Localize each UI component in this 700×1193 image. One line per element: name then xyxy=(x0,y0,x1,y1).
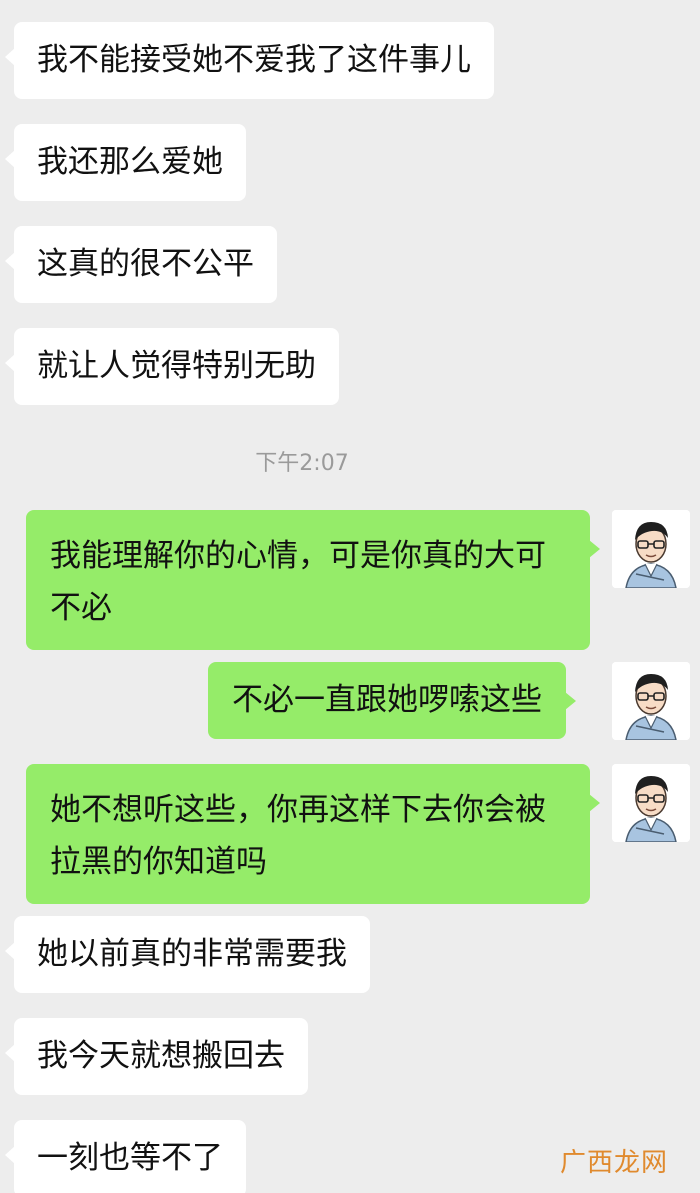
message-text: 一刻也等不了 xyxy=(37,1140,223,1176)
watermark-logo: 广西龙网 xyxy=(559,1148,668,1178)
incoming-message[interactable]: 我不能接受她不爱我了这件事儿 xyxy=(5,22,494,99)
incoming-message[interactable]: 这真的很不公平 xyxy=(5,226,277,303)
message-text: 不必一直跟她啰嗦这些 xyxy=(232,682,542,718)
message-text: 就让人觉得特别无助 xyxy=(37,348,316,384)
message-text: 我今天就想搬回去 xyxy=(37,1038,285,1074)
incoming-message[interactable]: 一刻也等不了 xyxy=(5,1120,246,1193)
incoming-message[interactable]: 我今天就想搬回去 xyxy=(5,1018,308,1095)
message-text: 这真的很不公平 xyxy=(37,246,254,282)
cartoon-man-with-glasses-avatar-icon xyxy=(612,510,690,588)
avatar[interactable] xyxy=(612,510,690,588)
outgoing-message[interactable]: 不必一直跟她啰嗦这些 xyxy=(208,662,576,739)
message-timestamp: 下午2:07 xyxy=(255,451,349,476)
avatar[interactable] xyxy=(612,662,690,740)
message-text-line: 我能理解你的心情，可是你真的大可 xyxy=(50,538,546,574)
message-text: 她以前真的非常需要我 xyxy=(37,936,347,972)
incoming-message[interactable]: 我还那么爱她 xyxy=(5,124,246,201)
incoming-message[interactable]: 她以前真的非常需要我 xyxy=(5,916,370,993)
message-text: 我还那么爱她 xyxy=(37,144,223,180)
message-text-line: 不必 xyxy=(50,590,112,626)
incoming-message[interactable]: 就让人觉得特别无助 xyxy=(5,328,339,405)
cartoon-man-with-glasses-avatar-icon xyxy=(612,662,690,740)
outgoing-message[interactable]: 我能理解你的心情，可是你真的大可 不必 xyxy=(26,510,600,650)
message-text: 我不能接受她不爱我了这件事儿 xyxy=(37,42,471,78)
cartoon-man-with-glasses-avatar-icon xyxy=(612,764,690,842)
avatar[interactable] xyxy=(612,764,690,842)
message-text-line: 拉黑的你知道吗 xyxy=(50,844,267,880)
outgoing-message[interactable]: 她不想听这些，你再这样下去你会被 拉黑的你知道吗 xyxy=(26,764,600,904)
message-text-line: 她不想听这些，你再这样下去你会被 xyxy=(50,792,546,828)
